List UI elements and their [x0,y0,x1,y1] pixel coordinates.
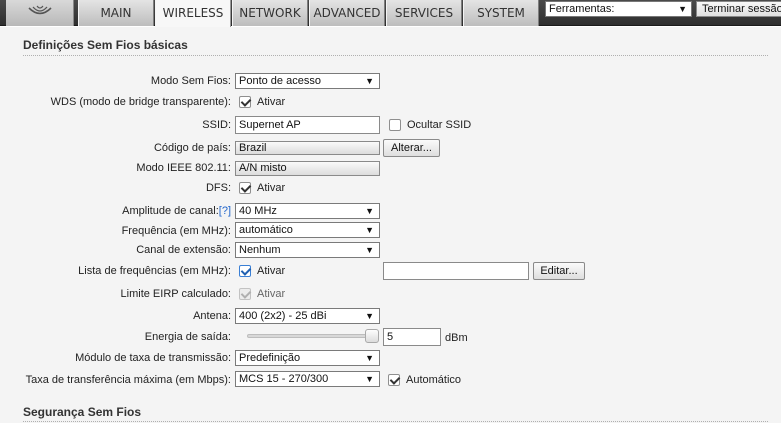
frequency-list-label: Lista de frequências (em MHz): [78,265,231,277]
tab-services[interactable]: SERVICES [386,0,462,26]
output-power-unit: dBm [445,332,468,344]
tab-network[interactable]: NETWORK [232,0,308,26]
max-rate-select[interactable]: MCS 15 - 270/300 ▼ [235,371,380,387]
rate-module-select[interactable]: Predefinição ▼ [235,350,380,366]
tools-select-value: Ferramentas: [549,3,615,15]
channel-width-label-text: Amplitude de canal: [122,205,219,217]
dfs-label: DFS: [205,182,231,194]
country-code-field: Brazil [235,141,380,155]
chevron-down-icon: ▼ [365,374,374,384]
frequency-list-input[interactable] [383,262,529,280]
tab-main[interactable]: MAIN [78,0,154,26]
channel-width-help-link[interactable]: [?] [219,205,231,217]
chevron-down-icon: ▼ [365,225,374,235]
ssid-label: SSID: [202,119,231,131]
logo-tab[interactable] [6,0,74,26]
wds-label: WDS (modo de bridge transparente): [50,96,231,108]
extension-channel-value: Nenhum [239,244,281,256]
chevron-down-icon: ▼ [365,206,374,216]
wireless-mode-label: Modo Sem Fios: [150,75,231,87]
edit-frequency-list-button[interactable]: Editar... [533,262,585,280]
extension-channel-label: Canal de extensão: [136,244,231,256]
output-power-input[interactable]: 5 [383,328,441,346]
output-power-slider-track[interactable] [247,334,379,338]
wds-checkbox-label: Ativar [257,96,286,108]
section-divider [23,55,768,56]
chevron-down-icon: ▼ [365,353,374,363]
eirp-limit-checkbox [239,288,251,300]
hide-ssid-checkbox[interactable] [389,119,401,131]
antenna-value: 400 (2x2) - 25 dBi [239,310,327,322]
tab-wireless[interactable]: WIRELESS [155,0,231,27]
max-rate-value: MCS 15 - 270/300 [239,373,329,385]
frequency-list-checkbox-label: Ativar [257,265,286,277]
chevron-down-icon: ▼ [365,311,374,321]
max-rate-auto-label: Automático [406,374,462,386]
frequency-select[interactable]: automático ▼ [235,222,380,238]
channel-width-label: Amplitude de canal:[?] [122,205,231,217]
tab-advanced[interactable]: ADVANCED [309,0,385,26]
tab-system[interactable]: SYSTEM [463,0,539,26]
chevron-down-icon: ▼ [365,76,374,86]
change-country-button[interactable]: Alterar... [383,139,440,157]
rate-module-label: Módulo de taxa de transmissão: [75,352,231,364]
output-power-slider-handle[interactable] [365,329,379,343]
logout-button[interactable]: Terminar sessão [696,1,781,17]
ssid-input[interactable]: Supernet AP [235,116,380,134]
wireless-mode-value: Ponto de acesso [239,75,321,87]
extension-channel-select[interactable]: Nenhum ▼ [235,242,380,258]
security-section-title: Segurança Sem Fios [23,405,142,419]
ieee-mode-field: A/N misto [235,161,380,176]
wireless-mode-select[interactable]: Ponto de acesso ▼ [235,73,380,89]
frequency-label: Frequência (em MHz): [121,225,231,237]
section-divider [23,421,768,422]
eirp-limit-label: Limite EIRP calculado: [120,288,231,300]
chevron-down-icon: ▼ [365,245,374,255]
max-rate-auto-checkbox[interactable] [388,374,400,386]
ubiquiti-logo-icon [28,5,52,15]
top-nav-bar: MAIN WIRELESS NETWORK ADVANCED SERVICES … [0,0,781,27]
country-code-label: Código de país: [153,142,231,154]
output-power-label: Energia de saída: [144,331,231,343]
channel-width-value: 40 MHz [239,205,277,217]
antenna-select[interactable]: 400 (2x2) - 25 dBi ▼ [235,308,380,324]
dfs-checkbox-label: Ativar [257,182,286,194]
hide-ssid-label: Ocultar SSID [407,119,472,131]
basic-section-title: Definições Sem Fios básicas [23,38,188,52]
channel-width-select[interactable]: 40 MHz ▼ [235,203,380,219]
eirp-limit-checkbox-label: Ativar [257,288,286,300]
frequency-list-checkbox[interactable] [239,265,251,277]
ieee-mode-label: Modo IEEE 802.11: [136,162,231,174]
frequency-value: automático [239,224,293,236]
dfs-checkbox[interactable] [239,182,251,194]
tools-select[interactable]: Ferramentas: ▼ [545,1,692,17]
wds-checkbox[interactable] [239,96,251,108]
rate-module-value: Predefinição [239,352,301,364]
antenna-label: Antena: [193,310,231,322]
chevron-down-icon: ▼ [678,4,687,14]
max-rate-label: Taxa de transferência máxima (em Mbps): [25,374,231,386]
